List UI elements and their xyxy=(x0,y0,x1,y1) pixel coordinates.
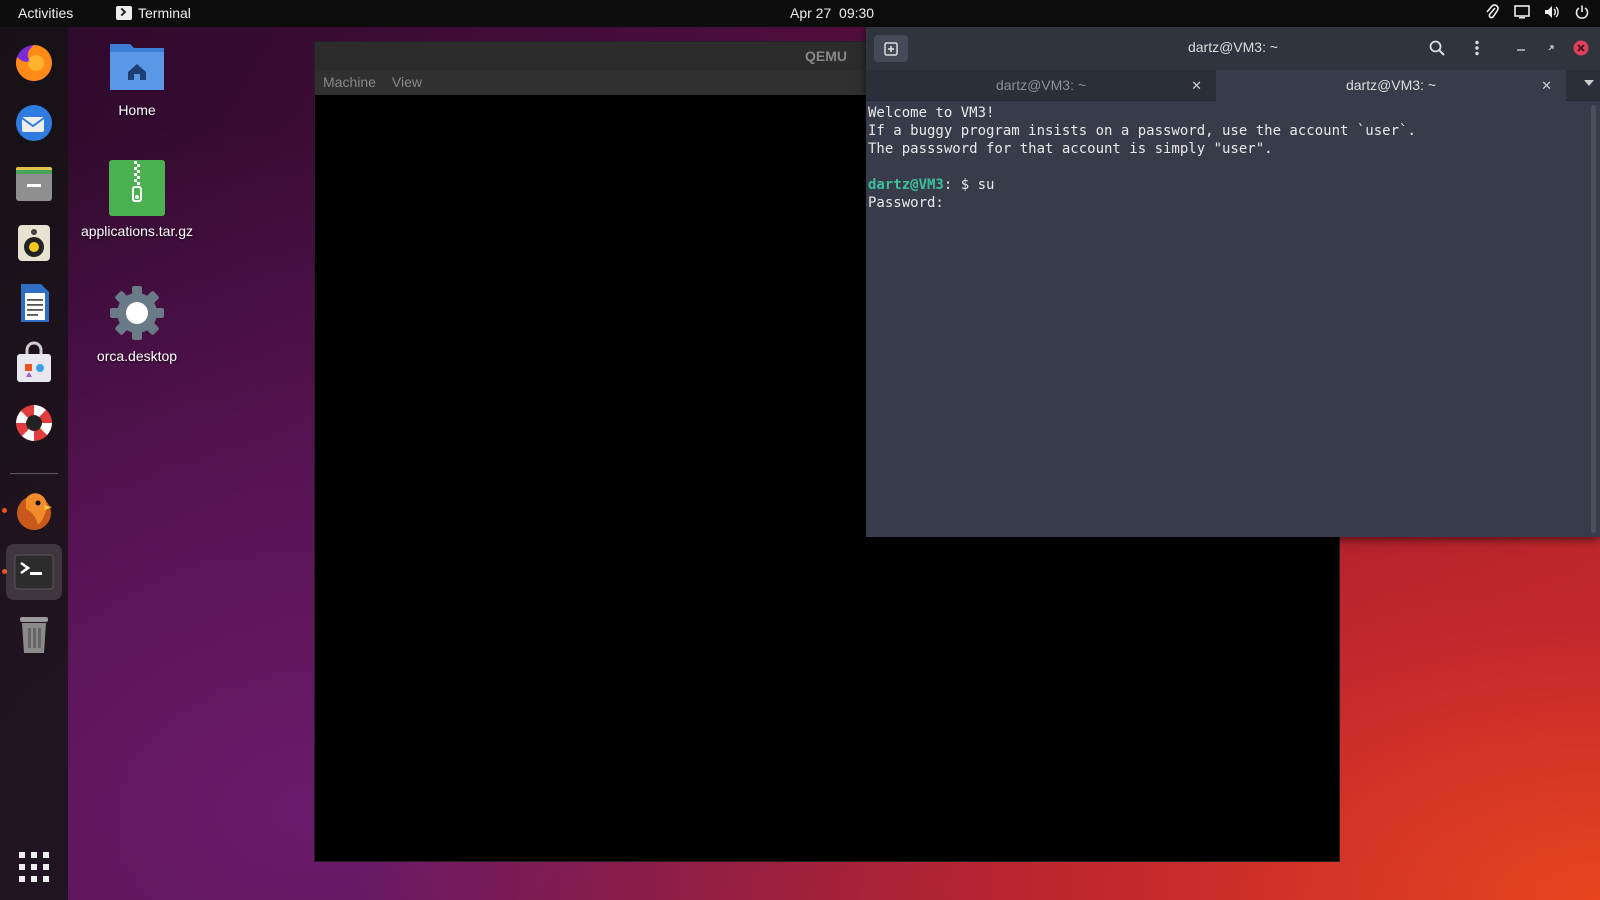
tab-close-icon[interactable]: ✕ xyxy=(1191,70,1202,101)
menu-machine[interactable]: Machine xyxy=(323,74,376,92)
app-name: Terminal xyxy=(138,5,191,21)
writer-icon[interactable] xyxy=(6,275,62,331)
files-icon[interactable] xyxy=(6,155,62,211)
desktop-icon-label: applications.tar.gz xyxy=(80,223,194,239)
maximize-icon[interactable] xyxy=(1540,37,1562,59)
password-prompt: Password: xyxy=(868,195,944,211)
search-icon[interactable] xyxy=(1426,37,1448,59)
menu-view[interactable]: View xyxy=(392,74,422,92)
output-line: Welcome to VM3! xyxy=(868,105,995,121)
prompt-command: : $ su xyxy=(943,177,995,193)
output-line: If a buggy program insists on a password… xyxy=(868,123,1416,139)
prompt-user: dartz@VM3 xyxy=(868,177,944,193)
clock-time: 09:30 xyxy=(839,5,875,21)
show-apps-icon[interactable] xyxy=(6,839,62,895)
terminal-dock-icon[interactable] xyxy=(6,544,62,600)
desktop-icon-label: orca.desktop xyxy=(96,348,178,364)
desktop-icon-orca[interactable]: orca.desktop xyxy=(67,284,207,364)
thunderbird-icon[interactable] xyxy=(6,95,62,151)
gear-icon xyxy=(108,284,166,342)
qemu-title: QEMU xyxy=(805,48,847,64)
tab-close-icon[interactable]: ✕ xyxy=(1541,70,1552,101)
paperclip-icon[interactable] xyxy=(1484,4,1500,20)
desktop-icon-home[interactable]: Home xyxy=(67,38,207,118)
dock xyxy=(0,27,68,900)
display-icon[interactable] xyxy=(1514,4,1530,20)
minimize-icon[interactable] xyxy=(1510,37,1532,59)
tabs-dropdown-icon[interactable] xyxy=(1584,80,1594,86)
volume-icon[interactable] xyxy=(1544,4,1560,20)
tab-label: dartz@VM3: ~ xyxy=(995,77,1087,93)
terminal-headerbar[interactable]: dartz@VM3: ~ xyxy=(866,27,1600,70)
tab-terminal-1[interactable]: dartz@VM3: ~ ✕ xyxy=(866,70,1216,101)
top-bar: Activities Terminal Apr 27 09:30 xyxy=(0,0,1600,27)
app-menu[interactable]: Terminal xyxy=(116,5,191,21)
output-line: The passsword for that account is simply… xyxy=(868,141,1273,157)
terminal-title: dartz@VM3: ~ xyxy=(1187,39,1279,55)
clock[interactable]: Apr 27 09:30 xyxy=(790,5,874,21)
desktop-icon-archive[interactable]: applications.tar.gz xyxy=(67,159,207,239)
activities-button[interactable]: Activities xyxy=(18,5,73,21)
terminal-scrollbar[interactable] xyxy=(1591,105,1596,533)
dock-separator xyxy=(10,473,58,474)
tab-terminal-2[interactable]: dartz@VM3: ~ ✕ xyxy=(1216,70,1566,101)
desktop-icon-label: Home xyxy=(118,102,156,118)
terminal-output[interactable]: Welcome to VM3! If a buggy program insist… xyxy=(866,101,1600,215)
menu-kebab-icon[interactable] xyxy=(1466,37,1488,59)
software-icon[interactable] xyxy=(6,335,62,391)
prompt-line: dartz@VM3: $ su xyxy=(868,176,1598,194)
help-icon[interactable] xyxy=(6,395,62,451)
terminal-icon xyxy=(116,6,132,20)
home-folder-icon xyxy=(108,38,166,96)
terminal-tabbar: dartz@VM3: ~ ✕ dartz@VM3: ~ ✕ xyxy=(866,70,1600,101)
firefox-icon[interactable] xyxy=(6,35,62,91)
archive-icon xyxy=(108,159,166,217)
rhythmbox-icon[interactable] xyxy=(6,215,62,271)
clock-date: Apr 27 xyxy=(790,5,832,21)
close-icon[interactable] xyxy=(1570,37,1592,59)
qemu-icon[interactable] xyxy=(6,483,62,539)
power-icon[interactable] xyxy=(1574,4,1590,20)
system-tray[interactable] xyxy=(1484,4,1590,20)
tab-label: dartz@VM3: ~ xyxy=(1345,77,1437,93)
trash-icon[interactable] xyxy=(6,605,62,661)
terminal-window[interactable]: dartz@VM3: ~ dartz@VM3: ~ ✕ dartz@VM3: ~… xyxy=(866,27,1600,537)
